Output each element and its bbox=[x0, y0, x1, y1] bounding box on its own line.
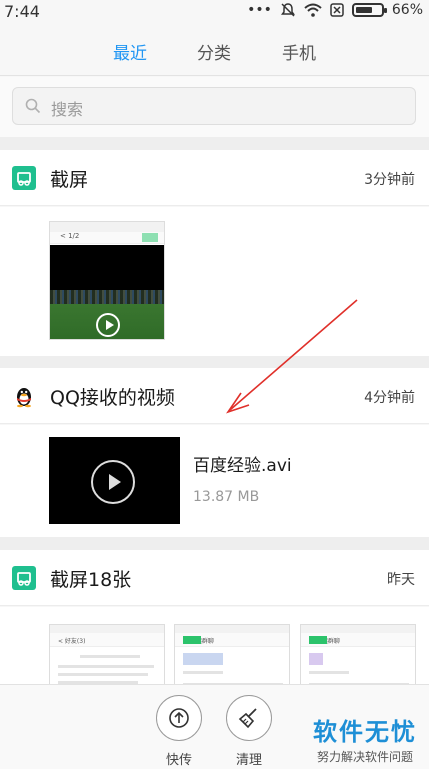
search-area: 搜索 bbox=[0, 77, 429, 137]
tab-category[interactable]: 分类 bbox=[197, 39, 231, 64]
status-icons: ••• 66% bbox=[247, 2, 423, 18]
file-name[interactable]: 百度经验.avi bbox=[193, 451, 292, 476]
wifi-icon bbox=[304, 3, 322, 17]
mute-bell-icon bbox=[280, 2, 296, 18]
watermark-subtitle: 努力解决软件问题 bbox=[316, 750, 413, 764]
thumb-status-bar bbox=[175, 625, 289, 633]
section-title: QQ接收的视频 bbox=[50, 387, 175, 409]
battery-icon bbox=[351, 3, 387, 17]
thumb-text-line bbox=[80, 655, 140, 658]
tab-phone[interactable]: 手机 bbox=[282, 39, 316, 64]
thumb-crowd bbox=[50, 290, 164, 304]
screenshot-icon bbox=[12, 566, 36, 590]
section-title: 截屏 bbox=[50, 169, 89, 191]
thumb-green-button bbox=[183, 636, 201, 644]
play-icon bbox=[96, 313, 120, 337]
battery-level bbox=[355, 7, 372, 13]
thumb-status-bar bbox=[50, 222, 164, 232]
section-body-screenshot: < 1/2 bbox=[0, 207, 429, 356]
qq-penguin-icon bbox=[12, 384, 36, 408]
search-icon bbox=[25, 98, 41, 118]
divider bbox=[0, 137, 429, 150]
thumb-text-line bbox=[58, 673, 148, 676]
screenshot-thumbnail[interactable]: < 发起群聊 bbox=[174, 624, 290, 684]
thumb-nav-bar: < 1/2 bbox=[50, 232, 164, 244]
file-size: 13.87 MB bbox=[193, 489, 260, 505]
clean-label: 清理 bbox=[235, 753, 262, 768]
thumb-green-button bbox=[309, 636, 327, 644]
thumb-status-bar bbox=[301, 625, 415, 633]
divider bbox=[0, 356, 429, 368]
section-title: 截屏18张 bbox=[50, 569, 132, 591]
screenshot-icon bbox=[12, 166, 36, 190]
watermark: 软件无忧 努力解决软件问题 bbox=[305, 712, 425, 765]
divider bbox=[0, 537, 429, 550]
thumb-nav-title: < 好友(3) bbox=[58, 638, 86, 645]
thumb-nav-bar: < 好友(3) bbox=[50, 633, 164, 647]
thumb-page-indicator: < 1/2 bbox=[60, 232, 80, 240]
play-icon bbox=[91, 460, 135, 504]
thumb-avatars bbox=[309, 653, 323, 665]
thumb-text-line bbox=[183, 671, 223, 674]
section-header-qq-videos[interactable]: QQ接收的视频 4分钟前 bbox=[0, 368, 429, 424]
video-thumbnail[interactable] bbox=[49, 437, 180, 524]
section-header-screenshots-18[interactable]: 截屏18张 昨天 bbox=[0, 550, 429, 606]
screenshot-thumbnail[interactable]: < 好友(3) bbox=[49, 624, 165, 684]
quick-transfer-button[interactable]: 快传 bbox=[155, 695, 203, 768]
thumb-text-line bbox=[58, 665, 154, 668]
no-sim-icon bbox=[330, 3, 344, 17]
section-body-screenshots-18: < 好友(3) < 发起群聊 < 发起群聊 bbox=[0, 607, 429, 684]
search-input[interactable]: 搜索 bbox=[12, 87, 416, 125]
thumb-status-bar bbox=[50, 625, 164, 633]
status-bar: 7:44 ••• 66% bbox=[0, 0, 429, 24]
search-placeholder: 搜索 bbox=[51, 100, 84, 119]
screenshot-thumbnail[interactable]: < 发起群聊 bbox=[300, 624, 416, 684]
section-time: 3分钟前 bbox=[364, 172, 415, 188]
section-time: 4分钟前 bbox=[364, 390, 415, 406]
status-time: 7:44 bbox=[4, 2, 40, 21]
thumb-video bbox=[50, 245, 164, 339]
broom-icon bbox=[226, 695, 272, 741]
quick-transfer-label: 快传 bbox=[165, 753, 192, 768]
clean-button[interactable]: 清理 bbox=[225, 695, 273, 768]
upload-icon bbox=[156, 695, 202, 741]
thumb-nav-bar: < 发起群聊 bbox=[175, 633, 289, 647]
thumb-text-line bbox=[309, 671, 349, 674]
section-time: 昨天 bbox=[387, 572, 415, 588]
thumb-nav-bar: < 发起群聊 bbox=[301, 633, 415, 647]
more-dots-icon: ••• bbox=[247, 2, 272, 18]
battery-percent: 66% bbox=[391, 2, 423, 18]
screenshot-thumbnail[interactable]: < 1/2 bbox=[49, 221, 165, 340]
thumb-avatars bbox=[183, 653, 223, 665]
tab-recent[interactable]: 最近 bbox=[113, 39, 147, 64]
tab-bar: 最近 分类 手机 bbox=[0, 24, 429, 76]
section-body-qq-videos: 百度经验.avi 13.87 MB bbox=[0, 425, 429, 537]
section-header-screenshot[interactable]: 截屏 3分钟前 bbox=[0, 150, 429, 206]
thumb-green-button bbox=[142, 233, 158, 242]
watermark-title: 软件无忧 bbox=[313, 718, 417, 746]
